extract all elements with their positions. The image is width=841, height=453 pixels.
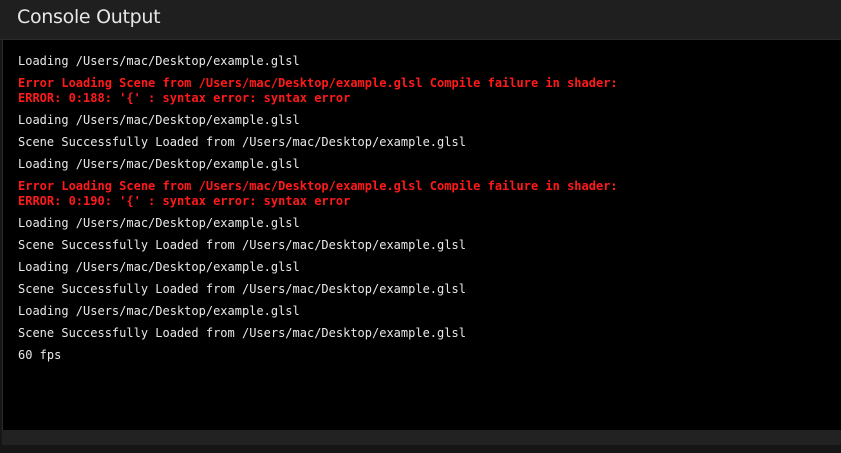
console-error-line: Error Loading Scene from /Users/mac/Desk… xyxy=(18,76,618,105)
console-line: Loading /Users/mac/Desktop/example.glsl xyxy=(18,260,300,274)
console-line: Loading /Users/mac/Desktop/example.glsl xyxy=(18,157,300,171)
console-line: Loading /Users/mac/Desktop/example.glsl xyxy=(18,304,300,318)
console-line: 60 fps xyxy=(18,348,62,362)
console-line: Scene Successfully Loaded from /Users/ma… xyxy=(18,326,466,340)
console-header: Console Output xyxy=(0,0,841,40)
console-line: Scene Successfully Loaded from /Users/ma… xyxy=(18,135,466,149)
console-line: Loading /Users/mac/Desktop/example.glsl xyxy=(18,216,300,230)
console-line: Scene Successfully Loaded from /Users/ma… xyxy=(18,282,466,296)
console-footer-bar xyxy=(2,430,841,445)
console-line: Loading /Users/mac/Desktop/example.glsl xyxy=(18,54,300,68)
console-line: Scene Successfully Loaded from /Users/ma… xyxy=(18,238,466,252)
console-line: Loading /Users/mac/Desktop/example.glsl xyxy=(18,113,300,127)
console-lines: Loading /Users/mac/Desktop/example.glsl E… xyxy=(18,54,618,370)
console-output-area[interactable]: Loading /Users/mac/Desktop/example.glsl E… xyxy=(2,40,841,430)
console-error-line: Error Loading Scene from /Users/mac/Desk… xyxy=(18,179,618,208)
panel-title: Console Output xyxy=(17,6,161,28)
